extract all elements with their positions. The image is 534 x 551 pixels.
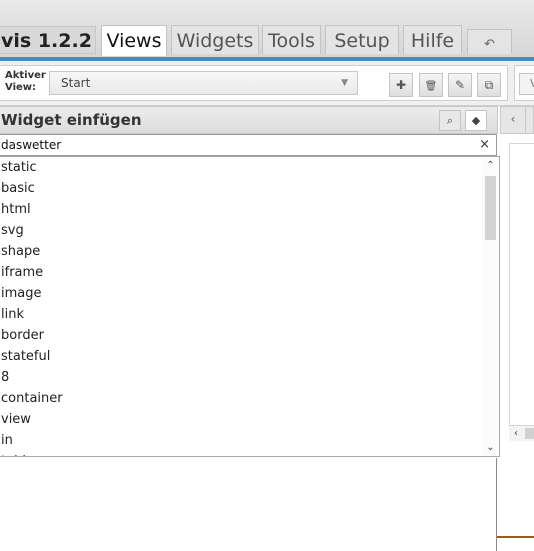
views-toolbar: Aktiver View: Start ▼ ✚ 🗑 ✎ ⧉ V bbox=[0, 61, 534, 106]
app-title: vis 1.2.2 bbox=[0, 26, 96, 54]
widget-filter-input[interactable] bbox=[0, 135, 471, 155]
plus-icon: ✚ bbox=[395, 78, 407, 92]
view-controls-group: Aktiver View: Start ▼ ✚ 🗑 ✎ ⧉ bbox=[0, 65, 508, 101]
pencil-icon: ✎ bbox=[454, 78, 466, 92]
tag-icon: ◆ bbox=[471, 114, 481, 127]
view-secondary-group: V bbox=[514, 65, 534, 101]
tab-setup[interactable]: Setup bbox=[325, 25, 399, 54]
search-icon: ⌕ bbox=[446, 114, 454, 127]
top-menu-bar: vis 1.2.2 Views Widgets Tools Setup Hilf… bbox=[0, 0, 534, 58]
panel-title: Widget einfügen bbox=[1, 111, 142, 129]
scroll-left-icon[interactable]: ‹ bbox=[509, 426, 523, 441]
copy-icon: ⧉ bbox=[484, 78, 494, 92]
list-item[interactable]: view bbox=[0, 409, 499, 430]
list-item[interactable]: html bbox=[0, 199, 499, 220]
scroll-up-icon[interactable]: ⌃ bbox=[482, 157, 499, 174]
list-item[interactable]: image bbox=[0, 283, 499, 304]
hscroll-thumb[interactable] bbox=[525, 428, 534, 439]
tag-filter-button[interactable]: ◆ bbox=[465, 110, 487, 131]
tab-views[interactable]: Views bbox=[101, 25, 167, 56]
copy-view-button[interactable]: ⧉ bbox=[477, 73, 501, 97]
scroll-down-icon[interactable]: ⌄ bbox=[482, 439, 499, 456]
list-item[interactable]: static bbox=[0, 157, 499, 178]
widget-filter: × bbox=[0, 134, 497, 156]
list-scrollbar[interactable]: ⌃ ⌄ bbox=[482, 157, 499, 456]
preview-area bbox=[509, 143, 534, 426]
add-view-button[interactable]: ✚ bbox=[389, 73, 413, 97]
tab-hilfe[interactable]: Hilfe bbox=[403, 25, 462, 54]
widget-set-list: static basic html svg shape iframe image… bbox=[0, 156, 500, 457]
trash-icon: 🗑 bbox=[424, 81, 438, 92]
undo-arrow-icon: ↶ bbox=[484, 37, 495, 52]
list-item[interactable]: container bbox=[0, 388, 499, 409]
chevron-down-icon: ▼ bbox=[341, 78, 348, 88]
scrollbar-thumb[interactable] bbox=[485, 176, 496, 240]
preview-hscrollbar[interactable]: ‹ bbox=[509, 426, 534, 441]
list-item[interactable]: in bbox=[0, 430, 499, 451]
list-item[interactable]: link bbox=[0, 304, 499, 325]
list-item[interactable]: 8 bbox=[0, 367, 499, 388]
list-item[interactable]: tables bbox=[0, 451, 499, 456]
active-view-label: Aktiver View: bbox=[5, 70, 46, 93]
list-item[interactable]: svg bbox=[0, 220, 499, 241]
list-item[interactable]: basic bbox=[0, 178, 499, 199]
list-item[interactable]: shape bbox=[0, 241, 499, 262]
delete-view-button[interactable]: 🗑 bbox=[419, 73, 443, 97]
chevron-left-icon[interactable]: ‹ bbox=[501, 107, 526, 133]
right-panel-nav: ‹ bbox=[500, 106, 534, 134]
clear-filter-icon[interactable]: × bbox=[479, 135, 490, 154]
list-item[interactable]: iframe bbox=[0, 262, 499, 283]
partial-button[interactable]: V bbox=[519, 73, 534, 95]
canvas-edge-line bbox=[497, 536, 534, 538]
tab-widgets[interactable]: Widgets bbox=[171, 25, 259, 54]
rename-view-button[interactable]: ✎ bbox=[448, 73, 472, 97]
tab-tools[interactable]: Tools bbox=[262, 25, 321, 54]
list-item[interactable]: stateful bbox=[0, 346, 499, 367]
search-toggle-button[interactable]: ⌕ bbox=[439, 110, 461, 131]
widget-panel-header: Widget einfügen ⌕ ◆ bbox=[0, 106, 498, 134]
list-item[interactable]: border bbox=[0, 325, 499, 346]
undo-button[interactable]: ↶ bbox=[467, 29, 512, 54]
active-view-select[interactable]: Start ▼ bbox=[49, 71, 358, 95]
